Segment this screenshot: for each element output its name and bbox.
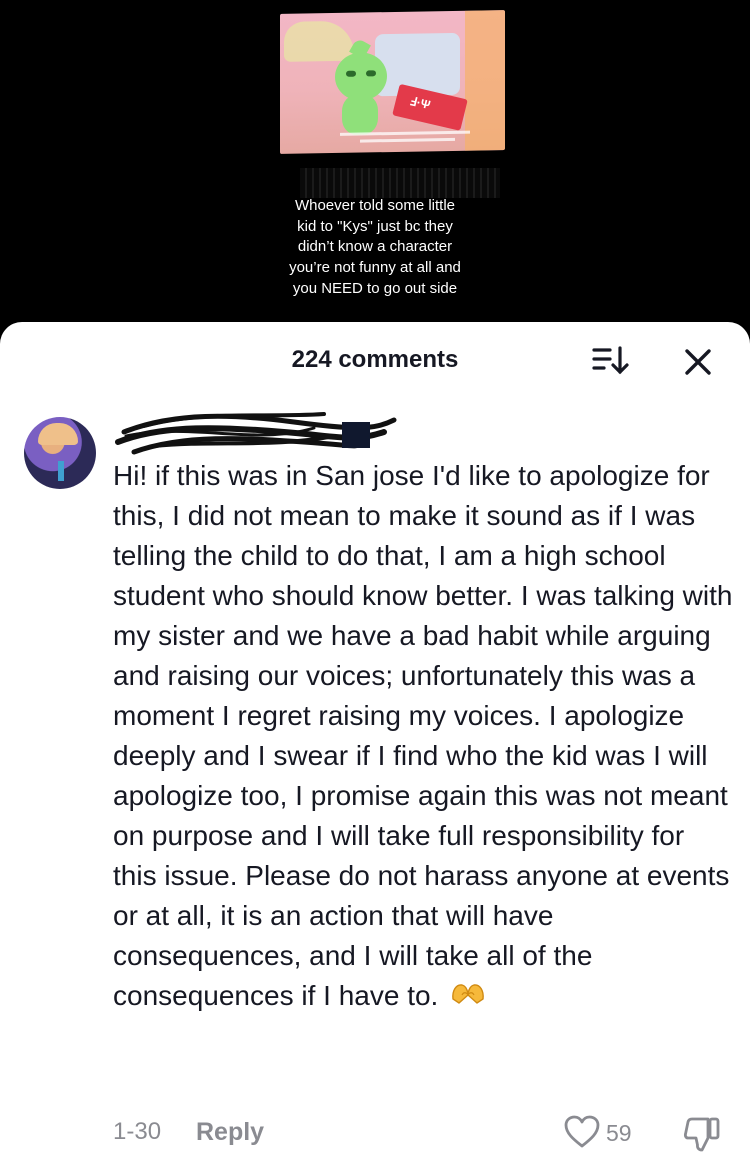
comment-date: 1-30	[113, 1118, 162, 1145]
heart-outline-icon[interactable]	[563, 1114, 601, 1150]
like-count: 59	[606, 1120, 632, 1146]
heart-hands-emoji	[452, 984, 484, 1004]
video-caption: Whoever told some little kid to "Kys" ju…	[289, 197, 461, 297]
thumbs-down-icon[interactable]	[682, 1114, 722, 1154]
audience-silhouette	[300, 168, 500, 198]
video-screen-image: Ⅎ·Ψ	[280, 10, 505, 154]
comment-text-content: Hi! if this was in San jose I'd like to …	[113, 460, 733, 1011]
commenter-avatar[interactable]	[24, 417, 96, 489]
video-preview[interactable]: Ⅎ·Ψ Whoever told some little kid to "Kys…	[0, 0, 750, 340]
reply-button[interactable]: Reply	[196, 1118, 264, 1147]
comment-text: Hi! if this was in San jose I'd like to …	[113, 456, 733, 1016]
comments-count-title: 224 comments	[291, 346, 459, 373]
sort-icon[interactable]	[590, 344, 630, 378]
comments-sheet: 224 comments Hi! if this was in San jose…	[0, 322, 750, 1164]
close-icon[interactable]	[680, 344, 716, 380]
